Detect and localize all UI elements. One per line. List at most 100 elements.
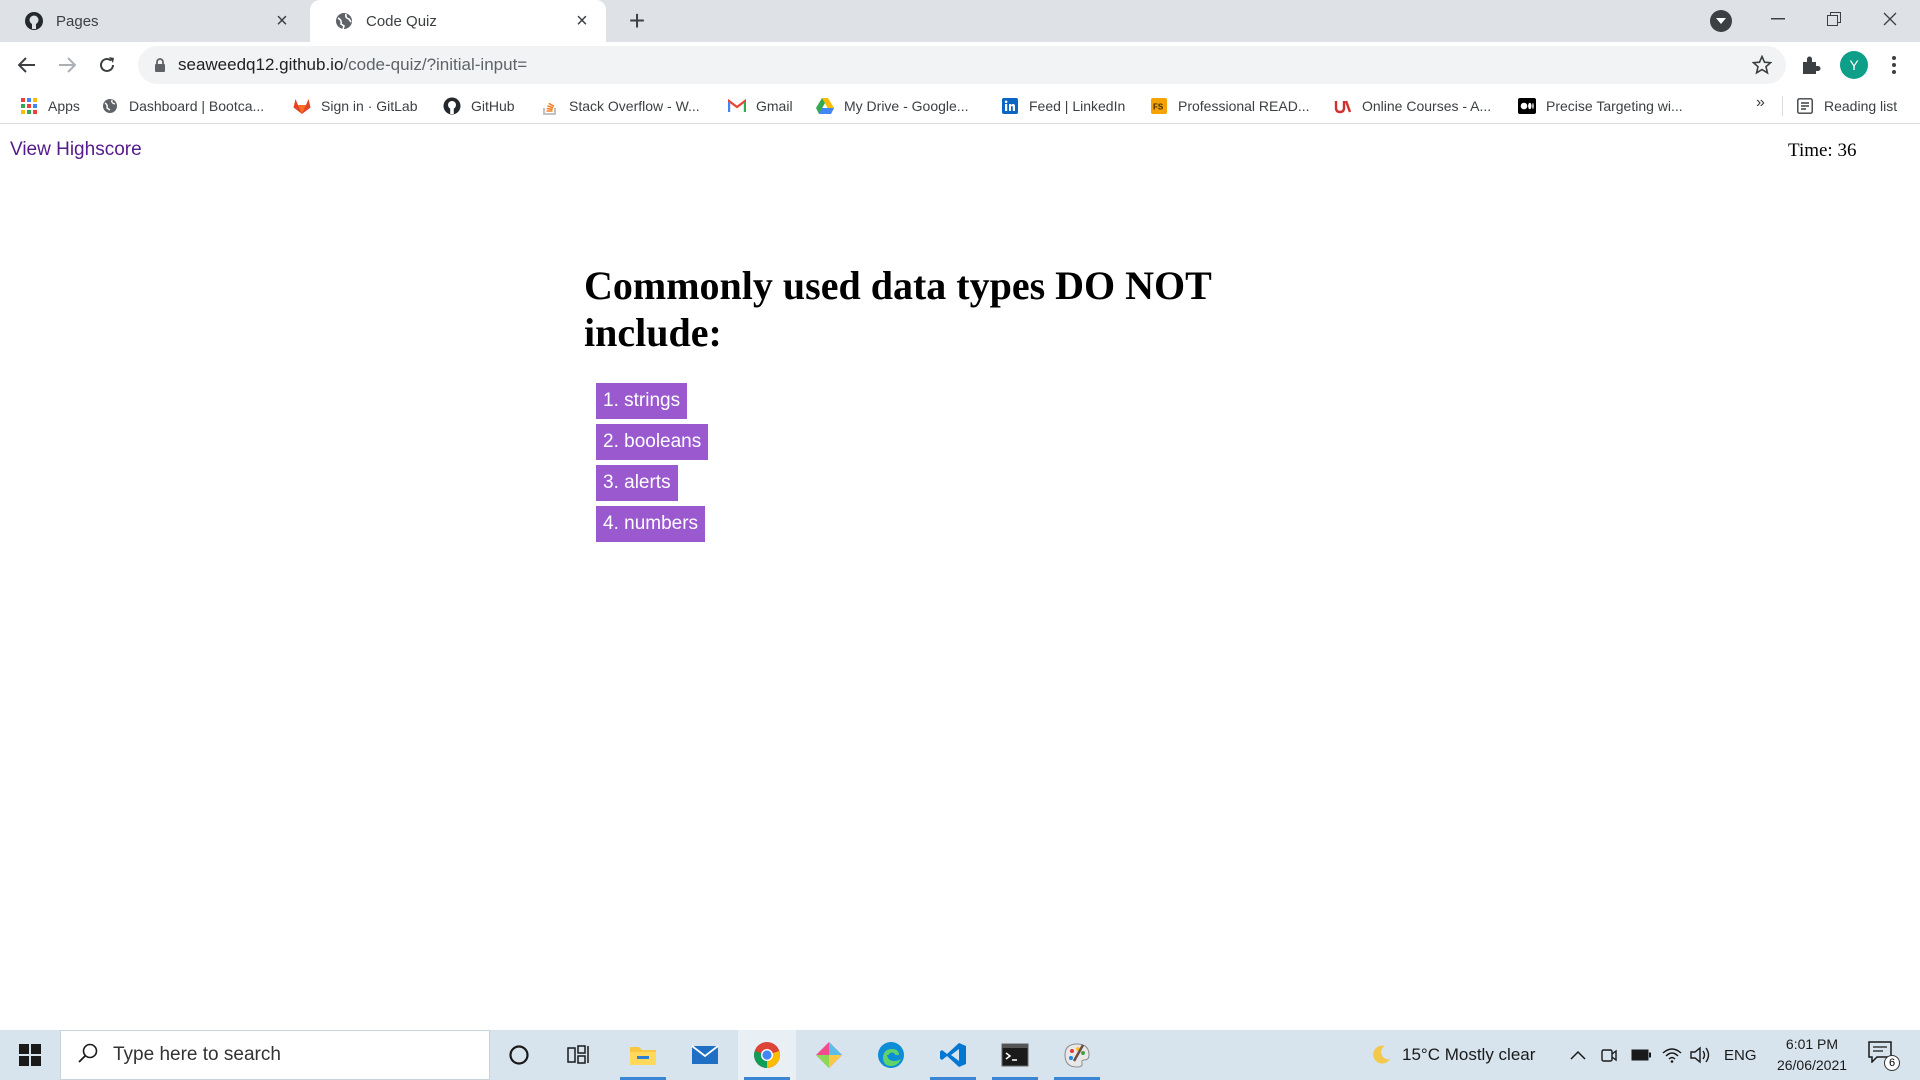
search-icon xyxy=(77,1042,99,1068)
volume-icon[interactable] xyxy=(1690,1030,1712,1080)
bookmarks-divider xyxy=(1782,96,1783,116)
bookmark-professional-readme[interactable]: FS Professional READ... xyxy=(1150,88,1310,124)
gitkraken-icon[interactable] xyxy=(800,1030,858,1080)
edge-icon[interactable] xyxy=(862,1030,920,1080)
svg-text:FS: FS xyxy=(1153,103,1164,112)
search-placeholder: Type here to search xyxy=(113,1044,281,1065)
close-tab-icon[interactable]: × xyxy=(572,10,592,32)
tab-pages[interactable]: Pages × xyxy=(0,0,306,42)
clock-date: 26/06/2021 xyxy=(1776,1057,1848,1073)
bookmark-label: Gmail xyxy=(756,98,793,114)
bookmark-google-drive[interactable]: My Drive - Google... xyxy=(816,88,968,124)
bookmark-precise-targeting[interactable]: Precise Targeting wi... xyxy=(1518,88,1683,124)
weather-text: 15°C Mostly clear xyxy=(1402,1045,1536,1064)
url-path: /code-quiz/?initial-input= xyxy=(343,55,528,74)
linkedin-icon xyxy=(1001,97,1019,115)
bookmark-label: Professional READ... xyxy=(1178,98,1310,114)
answer-button-1[interactable]: 1. strings xyxy=(596,383,688,419)
profile-avatar[interactable]: Y xyxy=(1840,51,1868,79)
reload-icon[interactable] xyxy=(92,50,122,80)
quiz-timer: Time: 36 xyxy=(1788,140,1857,161)
answer-button-2[interactable]: 2. booleans xyxy=(596,424,709,460)
url-host: seaweedq12.github.io xyxy=(178,55,344,74)
moon-icon xyxy=(1370,1044,1392,1066)
github-icon xyxy=(443,97,461,115)
stackoverflow-icon xyxy=(541,97,559,115)
tab-title: Code Quiz xyxy=(366,12,437,30)
page-content: View Highscore Time: 36 Commonly used da… xyxy=(0,125,1920,1030)
bookmark-label: My Drive - Google... xyxy=(844,98,969,114)
tab-title: Pages xyxy=(56,12,99,30)
bookmark-label: GitHub xyxy=(471,98,515,114)
taskbar-search-box[interactable]: Type here to search xyxy=(60,1030,490,1080)
weather-widget[interactable]: 15°C Mostly clear xyxy=(1370,1030,1535,1080)
apps-grid-icon xyxy=(20,97,38,115)
bookmark-label: Apps xyxy=(48,98,80,114)
windows-start-icon[interactable] xyxy=(0,1030,60,1080)
url-text: seaweedq12.github.io/code-quiz/?initial-… xyxy=(178,55,527,75)
question-title: Commonly used data types DO NOT include: xyxy=(584,263,1212,355)
bookmarks-overflow-chevron-icon[interactable]: » xyxy=(1756,94,1765,112)
close-tab-icon[interactable]: × xyxy=(272,10,292,32)
globe-icon xyxy=(101,97,119,115)
bookmark-github[interactable]: GitHub xyxy=(443,88,515,124)
tab-strip: Pages × Code Quiz × + xyxy=(0,0,1920,42)
lock-icon[interactable] xyxy=(152,57,168,73)
battery-icon[interactable] xyxy=(1631,1030,1651,1080)
meet-now-icon[interactable] xyxy=(1600,1030,1618,1080)
restore-icon[interactable] xyxy=(1806,0,1862,38)
bookmark-label: Feed | LinkedIn xyxy=(1029,98,1126,114)
notification-count-badge: 6 xyxy=(1884,1055,1900,1071)
bookmark-linkedin[interactable]: Feed | LinkedIn xyxy=(1001,88,1125,124)
new-tab-icon[interactable]: + xyxy=(622,5,652,36)
bookmark-label: Stack Overflow - W... xyxy=(569,98,700,114)
tab-code-quiz[interactable]: Code Quiz × xyxy=(310,0,606,42)
bookmark-label: Precise Targeting wi... xyxy=(1546,98,1683,114)
reading-list-button[interactable]: Reading list xyxy=(1796,88,1897,124)
notification-center-icon[interactable]: 6 xyxy=(1868,1041,1900,1071)
bookmark-dashboard[interactable]: Dashboard | Bootca... xyxy=(101,88,264,124)
chrome-icon[interactable] xyxy=(738,1030,796,1080)
task-view-icon[interactable] xyxy=(550,1030,608,1080)
mail-icon[interactable] xyxy=(676,1030,734,1080)
windows-taskbar: Type here to search 15°C Mostly clear EN… xyxy=(0,1030,1920,1080)
terminal-icon[interactable] xyxy=(986,1030,1044,1080)
readme-generator-icon: FS xyxy=(1150,97,1168,115)
view-highscore-link[interactable]: View Highscore xyxy=(10,139,142,161)
browser-menu-icon[interactable] xyxy=(1884,54,1904,76)
taskbar-clock[interactable]: 6:01 PM 26/06/2021 xyxy=(1770,1034,1854,1076)
gmail-icon xyxy=(728,97,746,115)
globe-icon xyxy=(334,11,354,31)
vscode-icon[interactable] xyxy=(924,1030,982,1080)
show-hidden-icons-chevron-icon[interactable] xyxy=(1570,1030,1586,1080)
cortana-icon[interactable] xyxy=(490,1030,548,1080)
bookmark-stackoverflow[interactable]: Stack Overflow - W... xyxy=(541,88,700,124)
bookmark-label: Sign in · GitLab xyxy=(321,98,418,114)
paint-icon[interactable] xyxy=(1048,1030,1106,1080)
bookmark-label: Dashboard | Bootca... xyxy=(129,98,265,114)
wifi-icon[interactable] xyxy=(1662,1030,1682,1080)
answer-button-3[interactable]: 3. alerts xyxy=(596,465,678,501)
bookmark-gitlab[interactable]: Sign in · GitLab xyxy=(293,88,418,124)
bookmark-online-courses[interactable]: Online Courses - A... xyxy=(1334,88,1491,124)
bookmark-star-icon[interactable] xyxy=(1751,54,1773,75)
input-language[interactable]: ENG xyxy=(1724,1030,1757,1080)
bookmark-label: Online Courses - A... xyxy=(1362,98,1492,114)
minimize-icon[interactable] xyxy=(1750,0,1806,38)
close-window-icon[interactable] xyxy=(1862,0,1918,38)
browser-toolbar: seaweedq12.github.io/code-quiz/?initial-… xyxy=(0,42,1920,88)
file-explorer-icon[interactable] xyxy=(614,1030,672,1080)
address-bar[interactable]: seaweedq12.github.io/code-quiz/?initial-… xyxy=(138,46,1786,84)
github-icon xyxy=(24,11,44,31)
reading-list-label: Reading list xyxy=(1824,98,1898,114)
tab-search-icon[interactable] xyxy=(1710,10,1732,32)
forward-arrow-icon[interactable] xyxy=(52,50,82,80)
gitlab-icon xyxy=(293,97,311,115)
back-arrow-icon[interactable] xyxy=(12,50,42,80)
answer-button-4[interactable]: 4. numbers xyxy=(596,506,706,542)
bookmark-gmail[interactable]: Gmail xyxy=(728,88,793,124)
bookmark-apps[interactable]: Apps xyxy=(20,88,80,124)
reading-list-icon xyxy=(1796,97,1814,115)
bookmarks-bar: Apps Dashboard | Bootca... Sign in · Git… xyxy=(0,88,1920,124)
extensions-icon[interactable] xyxy=(1800,54,1822,76)
